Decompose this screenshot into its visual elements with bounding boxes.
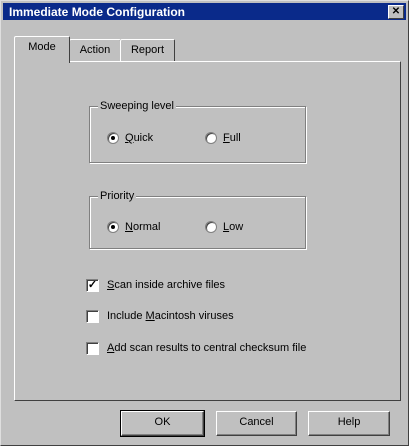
checkbox-scan-archives-label: Scan inside archive files bbox=[107, 279, 226, 291]
radio-full-label: Full bbox=[223, 132, 241, 144]
radio-normal-label: Normal bbox=[125, 221, 161, 233]
checkbox-scan-archives[interactable]: ✓ Scan inside archive files bbox=[86, 278, 225, 292]
checkbox-checksum-file-box bbox=[86, 341, 99, 355]
sweeping-level-legend: Sweeping level bbox=[98, 100, 176, 112]
radio-normal-circle bbox=[107, 221, 119, 233]
tab-mode[interactable]: Mode bbox=[14, 36, 70, 63]
priority-legend: Priority bbox=[98, 190, 137, 202]
ok-button[interactable]: OK bbox=[120, 410, 205, 437]
cancel-button[interactable]: Cancel bbox=[216, 411, 297, 436]
close-icon: ✕ bbox=[391, 6, 401, 17]
cancel-button-label: Cancel bbox=[239, 416, 274, 428]
radio-low[interactable]: Low bbox=[205, 220, 243, 234]
tab-report[interactable]: Report bbox=[120, 39, 175, 62]
tab-report-label: Report bbox=[130, 44, 165, 56]
priority-group: Priority Normal Low bbox=[89, 190, 306, 249]
radio-full-circle bbox=[205, 132, 217, 144]
checkbox-macintosh-viruses[interactable]: Include Macintosh viruses bbox=[86, 309, 234, 323]
dialog-window: Immediate Mode Configuration ✕ Mode Acti… bbox=[0, 0, 409, 446]
radio-normal[interactable]: Normal bbox=[107, 220, 160, 234]
radio-selected-dot bbox=[111, 225, 115, 229]
radio-quick[interactable]: Quick bbox=[107, 131, 153, 145]
checkbox-macintosh-viruses-label: Include Macintosh viruses bbox=[107, 310, 234, 322]
sweeping-level-group: Sweeping level Quick Full bbox=[89, 100, 306, 163]
ok-button-label: OK bbox=[154, 416, 171, 428]
tab-action-label: Action bbox=[79, 44, 111, 56]
tab-mode-label: Mode bbox=[28, 41, 56, 53]
help-button[interactable]: Help bbox=[308, 411, 390, 436]
radio-low-label: Low bbox=[223, 221, 244, 233]
check-icon: ✓ bbox=[87, 278, 98, 291]
mode-tab-panel: Sweeping level Quick Full Priority Norma… bbox=[14, 61, 401, 401]
window-title: Immediate Mode Configuration bbox=[9, 5, 186, 19]
checkbox-checksum-file-label: Add scan results to central checksum fil… bbox=[107, 342, 307, 354]
radio-selected-dot bbox=[111, 136, 115, 140]
radio-quick-circle bbox=[107, 132, 119, 144]
checkbox-macintosh-viruses-box bbox=[86, 309, 99, 323]
radio-full[interactable]: Full bbox=[205, 131, 241, 145]
checkbox-checksum-file[interactable]: Add scan results to central checksum fil… bbox=[86, 341, 306, 355]
tab-action[interactable]: Action bbox=[69, 39, 121, 62]
help-button-label: Help bbox=[337, 416, 361, 428]
close-button[interactable]: ✕ bbox=[388, 5, 404, 19]
radio-quick-label: Quick bbox=[125, 132, 154, 144]
title-bar[interactable]: Immediate Mode Configuration ✕ bbox=[3, 3, 406, 20]
radio-low-circle bbox=[205, 221, 217, 233]
checkbox-scan-archives-box: ✓ bbox=[86, 278, 99, 292]
